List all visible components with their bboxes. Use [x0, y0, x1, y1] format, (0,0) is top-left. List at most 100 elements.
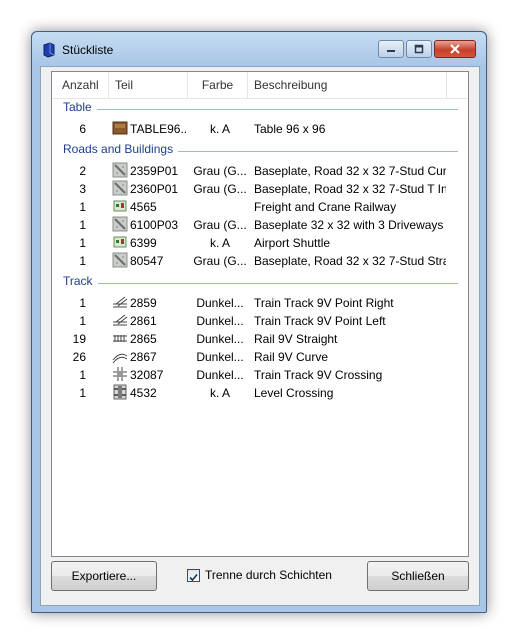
- group-divider: [97, 109, 458, 110]
- table-row[interactable]: 1 2859 Dunkel... Train Track 9V Point Right: [52, 294, 468, 312]
- column-header-farbe[interactable]: Farbe: [188, 72, 248, 98]
- part-number: 2865: [130, 332, 157, 346]
- parts-list-view[interactable]: Anzahl Teil Farbe Beschreibung Table 6 TAB…: [51, 71, 469, 557]
- track-straight-icon: [113, 335, 127, 342]
- table-row[interactable]: 1 4565 Freight and Crane Railway: [52, 198, 468, 216]
- checkbox-box[interactable]: [187, 569, 200, 582]
- part-number: 6399: [130, 236, 157, 250]
- column-header-anzahl[interactable]: Anzahl: [52, 72, 109, 98]
- table-row[interactable]: 1 6399 k. A Airport Shuttle: [52, 234, 468, 252]
- table-row[interactable]: 1 6100P03 Grau (G... Baseplate 32 x 32 with…: [52, 216, 468, 234]
- part-color: k. A: [209, 386, 230, 400]
- baseplate-icon: [112, 180, 128, 196]
- table-icon: [112, 121, 128, 135]
- part-number: 2359P01: [130, 164, 179, 178]
- part-quantity: 1: [79, 296, 86, 310]
- part-number: 2859: [130, 296, 157, 310]
- window-title: Stückliste: [62, 43, 114, 57]
- part-number: 2360P01: [130, 182, 179, 196]
- set-icon: [113, 236, 127, 248]
- table-row[interactable]: 3 2360P01 Grau (G... Baseplate, Road 32 x 3…: [52, 180, 468, 198]
- track-point-icon: [113, 296, 128, 308]
- part-description: Train Track 9V Crossing: [254, 368, 383, 382]
- part-color: Grau (G...: [193, 254, 247, 268]
- part-description: Table 96 x 96: [254, 122, 326, 136]
- set-icon: [113, 200, 127, 212]
- part-quantity: 1: [79, 386, 86, 400]
- column-header-teil[interactable]: Teil: [109, 72, 188, 98]
- maximize-button[interactable]: [406, 40, 432, 58]
- track-crossing-icon: [113, 367, 127, 381]
- track-point-icon: [113, 314, 128, 326]
- part-quantity: 26: [72, 350, 86, 364]
- baseplate-icon: [112, 252, 128, 268]
- part-color: Grau (G...: [193, 182, 247, 196]
- dialog-client-area: Anzahl Teil Farbe Beschreibung Table 6 TAB…: [40, 66, 480, 606]
- part-quantity: 3: [79, 182, 86, 196]
- checkbox-label: Trenne durch Schichten: [205, 568, 332, 582]
- group-divider: [98, 283, 458, 284]
- table-row[interactable]: 1 4532 k. A Level Crossing: [52, 384, 468, 402]
- part-quantity: 1: [79, 200, 86, 214]
- part-quantity: 6: [79, 122, 86, 136]
- part-quantity: 2: [79, 164, 86, 178]
- table-row[interactable]: 19 2865 Dunkel... Rail 9V Straight: [52, 330, 468, 348]
- group-header: Table: [52, 100, 468, 118]
- close-icon: [450, 44, 460, 54]
- minimize-button[interactable]: [378, 40, 404, 58]
- table-row[interactable]: 1 80547 Grau (G... Baseplate, Road 32 x 32 …: [52, 252, 468, 270]
- track-curve-icon: [112, 353, 128, 364]
- part-description: Rail 9V Curve: [254, 350, 329, 364]
- part-color: Grau (G...: [193, 164, 247, 178]
- group-header: Track: [52, 274, 468, 292]
- part-color: Dunkel...: [196, 314, 244, 328]
- part-description: Freight and Crane Railway: [254, 200, 397, 214]
- part-quantity: 1: [79, 254, 86, 268]
- part-color: Dunkel...: [196, 350, 244, 364]
- part-number: 4532: [130, 386, 157, 400]
- part-color: Grau (G...: [193, 218, 247, 232]
- part-quantity: 1: [79, 236, 86, 250]
- part-number: 4565: [130, 200, 157, 214]
- part-description: Baseplate, Road 32 x 32 7-Stud Strai...: [254, 254, 446, 268]
- part-number: 2861: [130, 314, 157, 328]
- part-color: Dunkel...: [196, 368, 244, 382]
- part-quantity: 19: [72, 332, 86, 346]
- part-color: Dunkel...: [196, 296, 244, 310]
- part-number: 32087: [130, 368, 164, 382]
- group-label: Table: [63, 100, 95, 114]
- part-number: TABLE96...: [130, 122, 188, 136]
- export-button[interactable]: Exportiere...: [51, 561, 157, 591]
- table-row[interactable]: 2 2359P01 Grau (G... Baseplate, Road 32 x 3…: [52, 162, 468, 180]
- part-description: Level Crossing: [254, 386, 334, 400]
- part-description: Train Track 9V Point Left: [254, 314, 386, 328]
- maximize-icon: [414, 44, 424, 54]
- part-color: Dunkel...: [196, 332, 244, 346]
- close-button[interactable]: Schließen: [367, 561, 469, 591]
- table-row[interactable]: 6 TABLE96... k. A Table 96 x 96: [52, 120, 468, 138]
- part-description: Baseplate, Road 32 x 32 7-Stud T Int...: [254, 182, 446, 196]
- close-window-button[interactable]: [434, 40, 476, 58]
- table-row[interactable]: 26 2867 Dunkel... Rail 9V Curve: [52, 348, 468, 366]
- group-divider: [178, 151, 458, 152]
- list-header: Anzahl Teil Farbe Beschreibung: [52, 72, 468, 99]
- part-description: Baseplate, Road 32 x 32 7-Stud Curv...: [254, 164, 446, 178]
- table-row[interactable]: 1 32087 Dunkel... Train Track 9V Crossing: [52, 366, 468, 384]
- part-description: Baseplate 32 x 32 with 3 Driveways a...: [254, 218, 446, 232]
- part-description: Rail 9V Straight: [254, 332, 338, 346]
- table-row[interactable]: 1 2861 Dunkel... Train Track 9V Point Left: [52, 312, 468, 330]
- baseplate-icon: [112, 162, 128, 178]
- baseplate-icon: [112, 216, 128, 232]
- column-header-beschreibung[interactable]: Beschreibung: [248, 72, 447, 98]
- stueckliste-window: Stückliste Anzahl Teil Farbe Beschreibun…: [31, 31, 487, 613]
- part-quantity: 1: [79, 218, 86, 232]
- part-description: Airport Shuttle: [254, 236, 331, 250]
- part-description: Train Track 9V Point Right: [254, 296, 394, 310]
- part-quantity: 1: [79, 368, 86, 382]
- part-number: 6100P03: [130, 218, 179, 232]
- part-color: k. A: [209, 236, 230, 250]
- group-header: Roads and Buildings: [52, 142, 468, 160]
- group-label: Track: [63, 274, 96, 288]
- group-label: Roads and Buildings: [63, 142, 177, 156]
- title-bar[interactable]: Stückliste: [32, 32, 486, 66]
